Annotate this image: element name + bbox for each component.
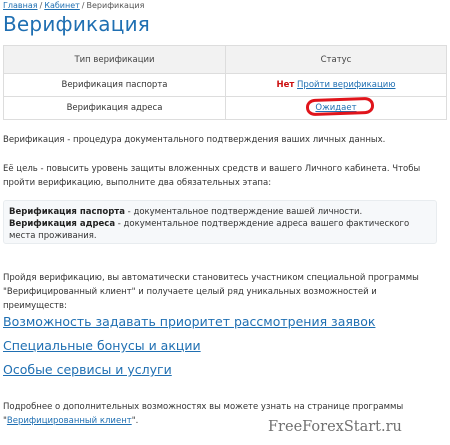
intro-text: Верификация - процедура документального … [3, 135, 386, 145]
benefit-link-bonuses[interactable]: Специальные бонусы и акции [3, 338, 201, 353]
breadcrumb-current: Верификация [86, 1, 145, 10]
step-address: Верификация адреса - документальное подт… [9, 218, 431, 242]
more-info-suffix: ". [131, 416, 139, 426]
start-verification-link[interactable]: Пройти верификацию [297, 80, 395, 90]
step-passport: Верификация паспорта - документальное по… [9, 206, 431, 218]
address-status-cell: Ожидает [225, 96, 447, 120]
breadcrumb-home[interactable]: Главная [3, 1, 38, 10]
goal-text: Её цель - повысить уровень защиты вложен… [3, 164, 421, 188]
watermark-text: FreeForexStart.ru [268, 419, 402, 435]
address-verification-label: Верификация адреса [3, 96, 226, 120]
column-header-type: Тип верификации [3, 45, 226, 74]
verified-client-link[interactable]: Верифицированный клиент [7, 416, 132, 426]
status-no-badge: Нет [276, 80, 295, 90]
highlight-ring [306, 96, 375, 117]
benefit-link-priority[interactable]: Возможность задавать приоритет рассмотре… [3, 314, 375, 329]
verification-table: Тип верификации Статус Верификация паспо… [3, 45, 447, 120]
benefit-link-services[interactable]: Особые сервисы и услуги [3, 362, 172, 377]
step-passport-desc: - документальное подтверждение вашей лич… [124, 207, 363, 217]
passport-status-cell: Нет Пройти верификацию [225, 73, 447, 97]
table-row: Верификация паспорта Нет Пройти верифика… [3, 73, 447, 97]
page-title: Верификация [3, 12, 150, 36]
table-header-row: Тип верификации Статус [3, 45, 447, 74]
step-address-title: Верификация адреса [9, 219, 116, 229]
step-passport-title: Верификация паспорта [9, 207, 125, 217]
pending-status: Ожидает [306, 96, 375, 117]
table-row: Верификация адреса Ожидает [3, 96, 447, 120]
passport-verification-label: Верификация паспорта [3, 73, 226, 97]
steps-box: Верификация паспорта - документальное по… [3, 200, 437, 244]
benefits-text: Пройдя верификацию, вы автоматически ста… [3, 273, 419, 311]
breadcrumb-cabinet[interactable]: Кабинет [44, 1, 80, 10]
column-header-status: Статус [225, 45, 447, 74]
breadcrumb: Главная / Кабинет / Верификация [3, 1, 144, 10]
breadcrumb-separator: / [81, 1, 85, 10]
breadcrumb-separator: / [39, 1, 43, 10]
